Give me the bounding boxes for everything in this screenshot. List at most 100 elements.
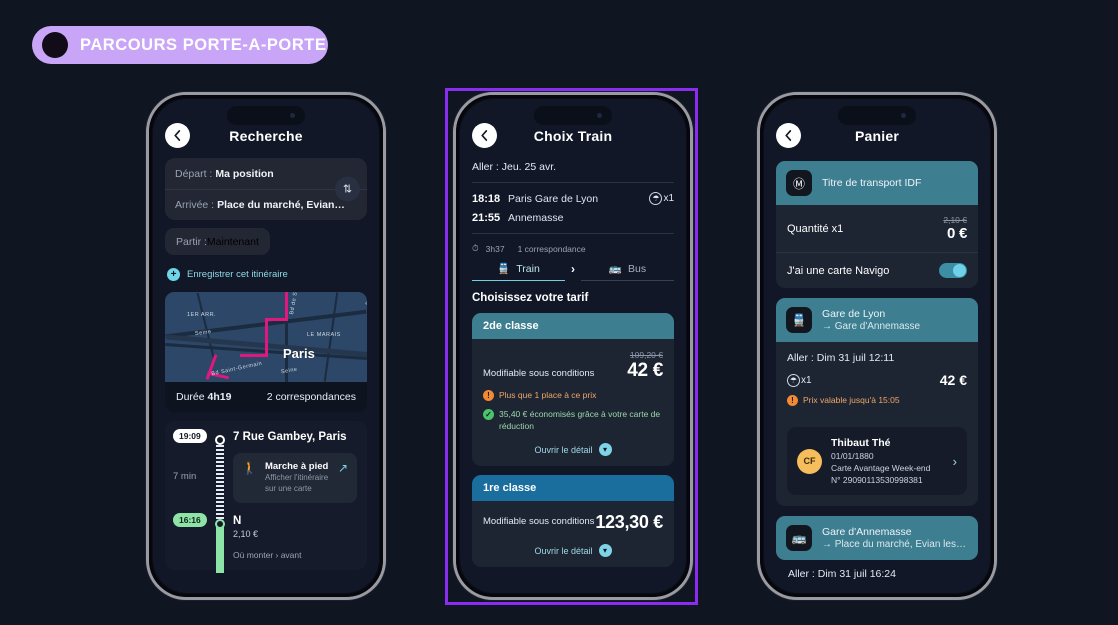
fare-price-block-1: 123,30 € <box>595 512 663 533</box>
divider-2 <box>472 233 674 234</box>
cart-item-route-2: Gare de Lyon → Gare d'Annemasse <box>822 308 920 332</box>
phone-power-button[interactable] <box>384 215 386 259</box>
duration-text: Durée 4h19 <box>176 391 231 403</box>
cart-passenger-value-2: x1 <box>801 374 812 386</box>
back-button-3[interactable] <box>776 123 801 148</box>
depart-when-label: Partir : <box>176 235 207 248</box>
chevron-left-icon-3 <box>785 130 792 141</box>
open-detail-button-1[interactable]: Ouvrir le détail ▾ <box>483 544 663 558</box>
cart-item-header-3: 🚌 Gare d'Annemasse → Place du marché, Ev… <box>776 516 978 561</box>
save-route-button[interactable]: + Enregistrer cet itinéraire <box>165 268 367 281</box>
phone3-volume-down-button[interactable] <box>757 243 759 273</box>
phone2-silent-switch[interactable] <box>453 173 455 191</box>
transit-price: 2,10 € <box>233 528 259 539</box>
person-circle-icon-2: ☂ <box>787 373 800 387</box>
fare-class-label-1: 1re classe <box>472 475 674 502</box>
schedule-row-departure: 18:18 Paris Gare de Lyon ☂ x1 <box>472 192 674 205</box>
chevron-left-icon <box>174 130 181 141</box>
fare-conditions-1: Modifiable sous conditions <box>483 515 595 527</box>
train-choice-body: Aller : Jeu. 25 avr. 18:18 Paris Gare de… <box>460 161 686 568</box>
tab-train-label: Train <box>516 262 540 275</box>
external-link-icon[interactable]: ↗ <box>338 461 348 475</box>
tab-train[interactable]: 🚆 Train <box>472 262 565 281</box>
fare-price-2: 42 € <box>627 360 663 381</box>
outbound-date: Aller : Jeu. 25 avr. <box>472 161 557 173</box>
route-map-card[interactable]: 1ER ARR. LE MARAIS Seine Bd de Sébastopo… <box>165 292 367 412</box>
passenger-card[interactable]: CF Thibaut Thé 01/01/1880 Carte Avantage… <box>787 427 967 496</box>
fare-top-2: Modifiable sous conditions 109,20 € 42 € <box>483 350 663 382</box>
timeline-track <box>215 435 225 523</box>
where-to-board-link[interactable]: Où monter › avant <box>233 550 357 568</box>
train-icon-2: 🚆 <box>786 307 812 333</box>
open-detail-button-2[interactable]: Ouvrir le détail ▾ <box>483 443 663 457</box>
back-button-2[interactable] <box>472 123 497 148</box>
fare-body-1: Modifiable sous conditions 123,30 € Ouvr… <box>472 501 674 567</box>
fare-card-first-class[interactable]: 1re classe Modifiable sous conditions 12… <box>472 475 674 568</box>
cart-price-old-1: 2,10 € <box>943 215 967 225</box>
cart-item-origin-2: Gare de Lyon <box>822 308 886 320</box>
chevron-right-icon[interactable]: › <box>953 454 957 469</box>
cart-item-bus[interactable]: 🚌 Gare d'Annemasse → Place du marché, Ev… <box>776 516 978 561</box>
back-button[interactable] <box>165 123 190 148</box>
timeline-node-board <box>215 518 225 529</box>
screen-search: Recherche Départ : Ma position Arrivée :… <box>153 99 379 593</box>
arrival-time: 21:55 <box>472 212 501 224</box>
timeline-start-time: 19:09 <box>173 429 207 443</box>
cart-item-header-1: Ⓜ Titre de transport IDF <box>776 161 978 205</box>
transit-line-name: N <box>233 514 242 527</box>
plus-circle-icon: + <box>167 268 180 281</box>
cart-item-title-1: Titre de transport IDF <box>822 177 922 189</box>
trip-meta: ⏱ 3h37 1 correspondance <box>472 243 674 254</box>
cart-item-date-3: Aller : Dim 31 juil 16:24 <box>788 568 896 581</box>
dynamic-island-3 <box>838 106 916 125</box>
mode-tabs: 🚆 Train › 🚌 Bus <box>472 262 674 281</box>
phone3-volume-up-button[interactable] <box>757 205 759 235</box>
departure-time-selector[interactable]: Partir : Maintenant <box>165 228 270 255</box>
fare-price-block-2: 109,20 € 42 € <box>627 350 663 382</box>
phone3-silent-switch[interactable] <box>757 173 759 191</box>
phone2-volume-down-button[interactable] <box>453 243 455 273</box>
save-route-label: Enregistrer cet itinéraire <box>187 269 288 280</box>
screen-train-choice: Choix Train Aller : Jeu. 25 avr. 18:18 P… <box>460 99 686 593</box>
map-canvas[interactable]: 1ER ARR. LE MARAIS Seine Bd de Sébastopo… <box>165 292 367 382</box>
open-detail-label-1: Ouvrir le détail <box>534 545 593 556</box>
navigo-row[interactable]: J'ai une carte Navigo <box>776 252 978 288</box>
fare-body-2: Modifiable sous conditions 109,20 € 42 €… <box>472 339 674 466</box>
map-label-1: LE MARAIS <box>307 332 341 338</box>
fare-note-savings-text: 35,40 € économisés grâce à votre carte d… <box>499 409 661 431</box>
search-body: Départ : Ma position Arrivée : Place du … <box>153 158 379 573</box>
cart-passenger-count-2: ☂ x1 <box>787 373 812 387</box>
person-circle-icon: ☂ <box>649 192 663 205</box>
cart-item-idf-ticket[interactable]: Ⓜ Titre de transport IDF Quantité x1 2,1… <box>776 161 978 288</box>
passenger-card-number: N° 29090113530998381 <box>831 475 923 486</box>
warning-icon-2: ! <box>787 395 798 406</box>
fare-price-old-2: 109,20 € <box>629 350 663 360</box>
phone-silent-switch[interactable] <box>146 173 148 191</box>
tab-next-arrow[interactable]: › <box>565 262 581 281</box>
phone-mockup-search: Recherche Départ : Ma position Arrivée :… <box>146 92 386 600</box>
phone3-power-button[interactable] <box>995 215 997 259</box>
fare-card-second-class[interactable]: 2de classe Modifiable sous conditions 10… <box>472 313 674 467</box>
trip-duration: 3h37 <box>485 243 505 254</box>
warning-icon: ! <box>483 390 494 401</box>
phone-volume-up-button[interactable] <box>146 205 148 235</box>
cart-item-route-3: Gare d'Annemasse → Place du marché, Evia… <box>822 526 966 550</box>
departure-label: Départ : <box>175 167 213 180</box>
fare-price-1: 123,30 € <box>595 512 663 533</box>
navigo-toggle[interactable] <box>939 263 967 278</box>
walk-instruction-card[interactable]: 🚶 Marche à pied Afficher l'itinéraire su… <box>233 453 357 503</box>
cart-quantity-label: Quantité x1 <box>787 222 844 235</box>
phone2-volume-up-button[interactable] <box>453 205 455 235</box>
schedule-row-arrival: 21:55 Annemasse <box>472 212 674 224</box>
timeline-time-column: 19:09 7 min <box>173 429 225 523</box>
origin-address: 7 Rue Gambey, Paris <box>233 431 347 443</box>
cart-item-train[interactable]: 🚆 Gare de Lyon → Gare d'Annemasse Aller … <box>776 298 978 507</box>
map-city-label: Paris <box>283 346 315 361</box>
timeline-content: 7 Rue Gambey, Paris 🚶 Marche à pied Affi… <box>233 431 357 503</box>
tab-bus[interactable]: 🚌 Bus <box>581 262 674 281</box>
phone-volume-down-button[interactable] <box>146 243 148 273</box>
chevron-left-icon-2 <box>481 130 488 141</box>
arrival-label: Arrivée : <box>175 199 215 211</box>
swap-icon[interactable]: ⇅ <box>335 176 360 202</box>
phone2-power-button[interactable] <box>691 215 693 259</box>
